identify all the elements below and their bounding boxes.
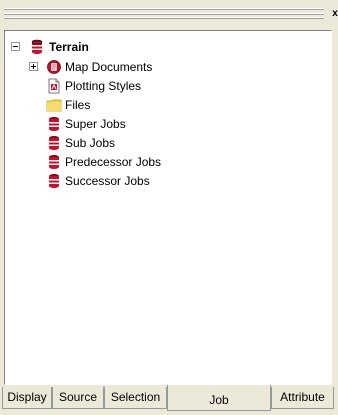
- job-icon: [31, 39, 43, 54]
- job-icon: [49, 136, 59, 150]
- tree-node-files[interactable]: Files: [5, 95, 225, 115]
- tree-node-predecessor-jobs[interactable]: Predecessor Jobs: [5, 152, 225, 172]
- tree-node-label: Sub Jobs: [65, 136, 116, 150]
- tree-node-plotting-styles[interactable]: Plotting Styles: [5, 76, 225, 96]
- job-tree-view[interactable]: Terrain Map Documents Plotting Styles Fi…: [4, 30, 332, 385]
- tree-node-label: Files: [65, 98, 91, 112]
- collapse-icon[interactable]: [11, 42, 20, 51]
- tab-attribute[interactable]: Attribute: [271, 387, 334, 409]
- panel-titlebar[interactable]: x: [0, 0, 338, 30]
- tree-node-successor-jobs[interactable]: Successor Jobs: [5, 171, 225, 191]
- grip-line: [4, 13, 324, 15]
- tree-node-label: Map Documents: [65, 60, 153, 74]
- tree-node-sub-jobs[interactable]: Sub Jobs: [5, 133, 225, 153]
- tree-node-map-documents[interactable]: Map Documents: [5, 57, 225, 77]
- tab-job[interactable]: Job: [167, 385, 271, 411]
- plot-style-icon: [48, 78, 60, 94]
- map-document-icon: [47, 60, 61, 74]
- tab-strip: Display Source Selection Job Attribute: [0, 385, 338, 415]
- close-icon[interactable]: x: [328, 7, 338, 21]
- job-icon: [49, 117, 59, 131]
- grip-line: [4, 8, 324, 10]
- tab-display[interactable]: Display: [2, 387, 52, 409]
- tree-node-super-jobs[interactable]: Super Jobs: [5, 114, 225, 134]
- tab-selection[interactable]: Selection: [104, 387, 167, 409]
- tree-root-node[interactable]: Terrain: [5, 37, 205, 57]
- tree-node-label: Successor Jobs: [65, 174, 150, 188]
- tree-node-label: Plotting Styles: [65, 79, 142, 93]
- job-icon: [49, 155, 59, 169]
- tree-node-label: Predecessor Jobs: [65, 155, 162, 169]
- tab-source[interactable]: Source: [52, 387, 104, 409]
- grip-line: [4, 17, 324, 19]
- expand-icon[interactable]: [29, 62, 38, 71]
- tree-root-label: Terrain: [49, 40, 89, 54]
- job-icon: [49, 174, 59, 188]
- tree-node-label: Super Jobs: [65, 117, 126, 131]
- folder-icon: [46, 99, 62, 112]
